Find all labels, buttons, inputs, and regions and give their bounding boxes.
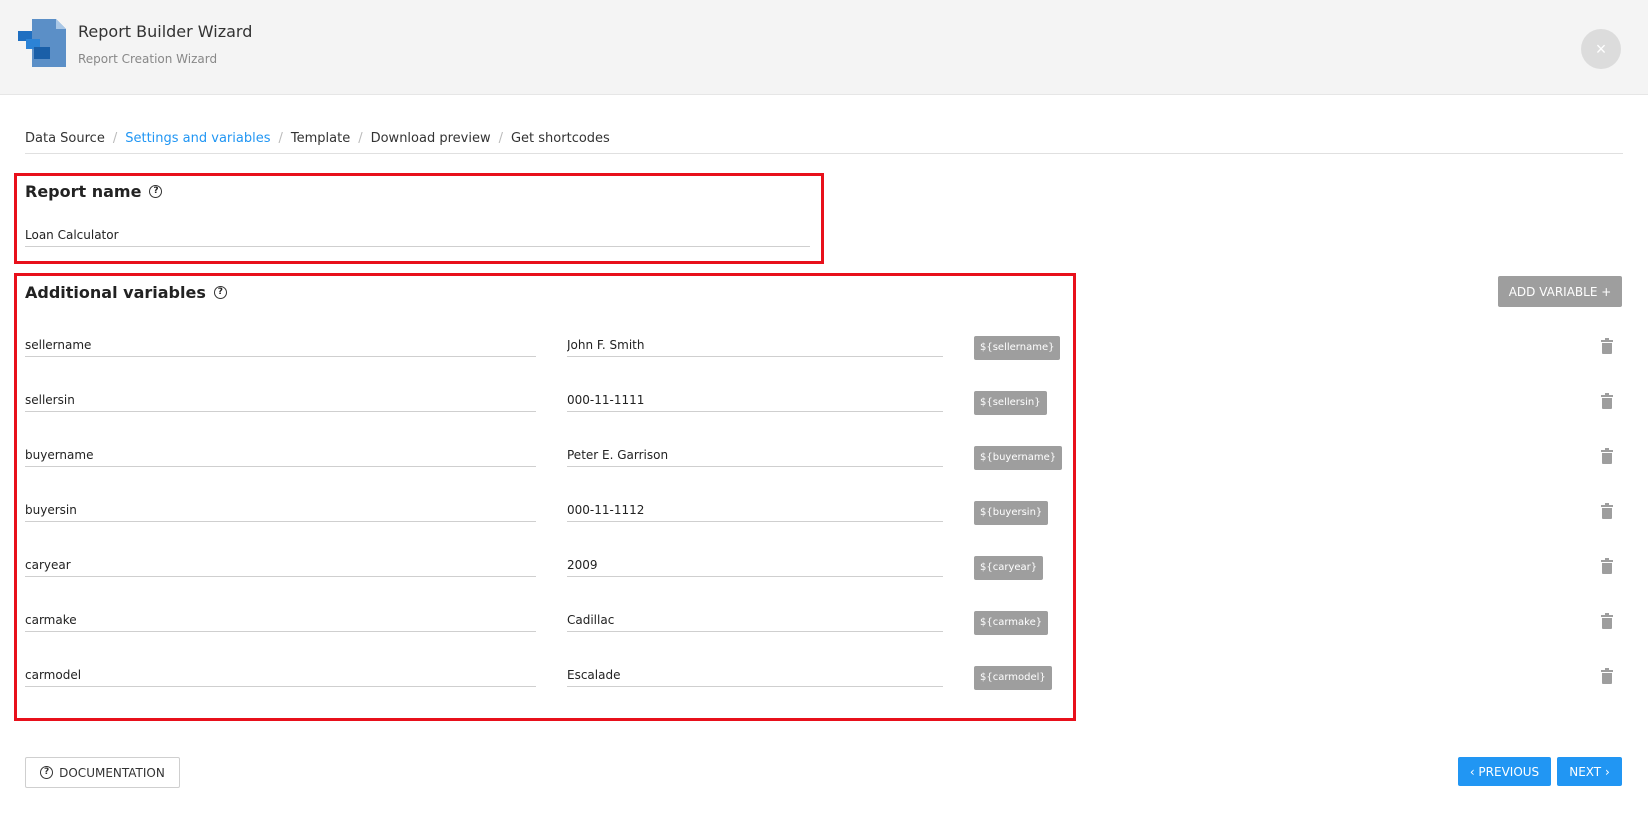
trash-icon[interactable] bbox=[1601, 393, 1613, 410]
trash-icon[interactable] bbox=[1601, 613, 1613, 630]
app-subtitle: Report Creation Wizard bbox=[78, 52, 218, 66]
trash-icon[interactable] bbox=[1601, 503, 1613, 520]
breadcrumb-item[interactable]: Get shortcodes bbox=[511, 131, 610, 146]
breadcrumb-item[interactable]: Download preview bbox=[371, 131, 491, 146]
trash-icon[interactable] bbox=[1601, 668, 1613, 685]
trash-icon[interactable] bbox=[1601, 448, 1613, 465]
breadcrumb-separator: / bbox=[498, 131, 503, 146]
app-logo-icon bbox=[18, 19, 66, 67]
variable-name-input[interactable] bbox=[25, 333, 536, 357]
help-icon[interactable]: ? bbox=[149, 185, 163, 198]
trash-icon[interactable] bbox=[1601, 338, 1613, 355]
report-name-heading: Report name ? bbox=[25, 182, 163, 201]
variable-name-input[interactable] bbox=[25, 663, 536, 687]
variable-shortcode-tag[interactable]: ${carmake} bbox=[974, 611, 1049, 635]
additional-variables-heading: Additional variables ? bbox=[25, 283, 227, 302]
variable-name-input[interactable] bbox=[25, 388, 536, 412]
previous-button[interactable]: ‹ PREVIOUS bbox=[1458, 757, 1551, 786]
variable-value-input[interactable] bbox=[567, 498, 943, 522]
variable-name-input[interactable] bbox=[25, 608, 536, 632]
variable-name-input[interactable] bbox=[25, 498, 536, 522]
add-variable-button[interactable]: ADD VARIABLE + bbox=[1498, 276, 1622, 307]
report-name-input[interactable] bbox=[25, 223, 810, 247]
breadcrumb-item[interactable]: Settings and variables bbox=[125, 131, 270, 146]
breadcrumb-item[interactable]: Template bbox=[291, 131, 350, 146]
variable-value-input[interactable] bbox=[567, 443, 943, 467]
variable-value-input[interactable] bbox=[567, 388, 943, 412]
variable-value-input[interactable] bbox=[567, 663, 943, 687]
variable-shortcode-tag[interactable]: ${carmodel} bbox=[974, 666, 1052, 690]
close-button[interactable]: × bbox=[1581, 29, 1621, 69]
variable-shortcode-tag[interactable]: ${buyersin} bbox=[974, 501, 1049, 525]
report-name-title: Report name bbox=[25, 182, 142, 201]
breadcrumb-item[interactable]: Data Source bbox=[25, 131, 105, 146]
variable-shortcode-tag[interactable]: ${sellername} bbox=[974, 336, 1061, 360]
variable-value-input[interactable] bbox=[567, 553, 943, 577]
breadcrumb: Data Source / Settings and variables / Templ… bbox=[25, 131, 610, 146]
breadcrumb-divider bbox=[25, 153, 1623, 154]
breadcrumb-separator: / bbox=[278, 131, 283, 146]
help-icon: ? bbox=[40, 766, 54, 779]
help-icon[interactable]: ? bbox=[213, 286, 227, 299]
variable-value-input[interactable] bbox=[567, 608, 943, 632]
breadcrumb-separator: / bbox=[358, 131, 363, 146]
variable-shortcode-tag[interactable]: ${caryear} bbox=[974, 556, 1044, 580]
variable-name-input[interactable] bbox=[25, 443, 536, 467]
documentation-button[interactable]: ? DOCUMENTATION bbox=[25, 757, 180, 788]
next-button[interactable]: NEXT › bbox=[1557, 757, 1622, 786]
additional-variables-title: Additional variables bbox=[25, 283, 206, 302]
trash-icon[interactable] bbox=[1601, 558, 1613, 575]
variable-shortcode-tag[interactable]: ${buyername} bbox=[974, 446, 1063, 470]
breadcrumb-separator: / bbox=[112, 131, 118, 146]
variable-name-input[interactable] bbox=[25, 553, 536, 577]
close-icon: × bbox=[1595, 39, 1607, 59]
variable-shortcode-tag[interactable]: ${sellersin} bbox=[974, 391, 1047, 415]
app-header: Report Builder Wizard Report Creation Wi… bbox=[0, 0, 1648, 95]
app-title: Report Builder Wizard bbox=[78, 22, 253, 41]
documentation-label: DOCUMENTATION bbox=[59, 765, 165, 780]
variable-value-input[interactable] bbox=[567, 333, 943, 357]
